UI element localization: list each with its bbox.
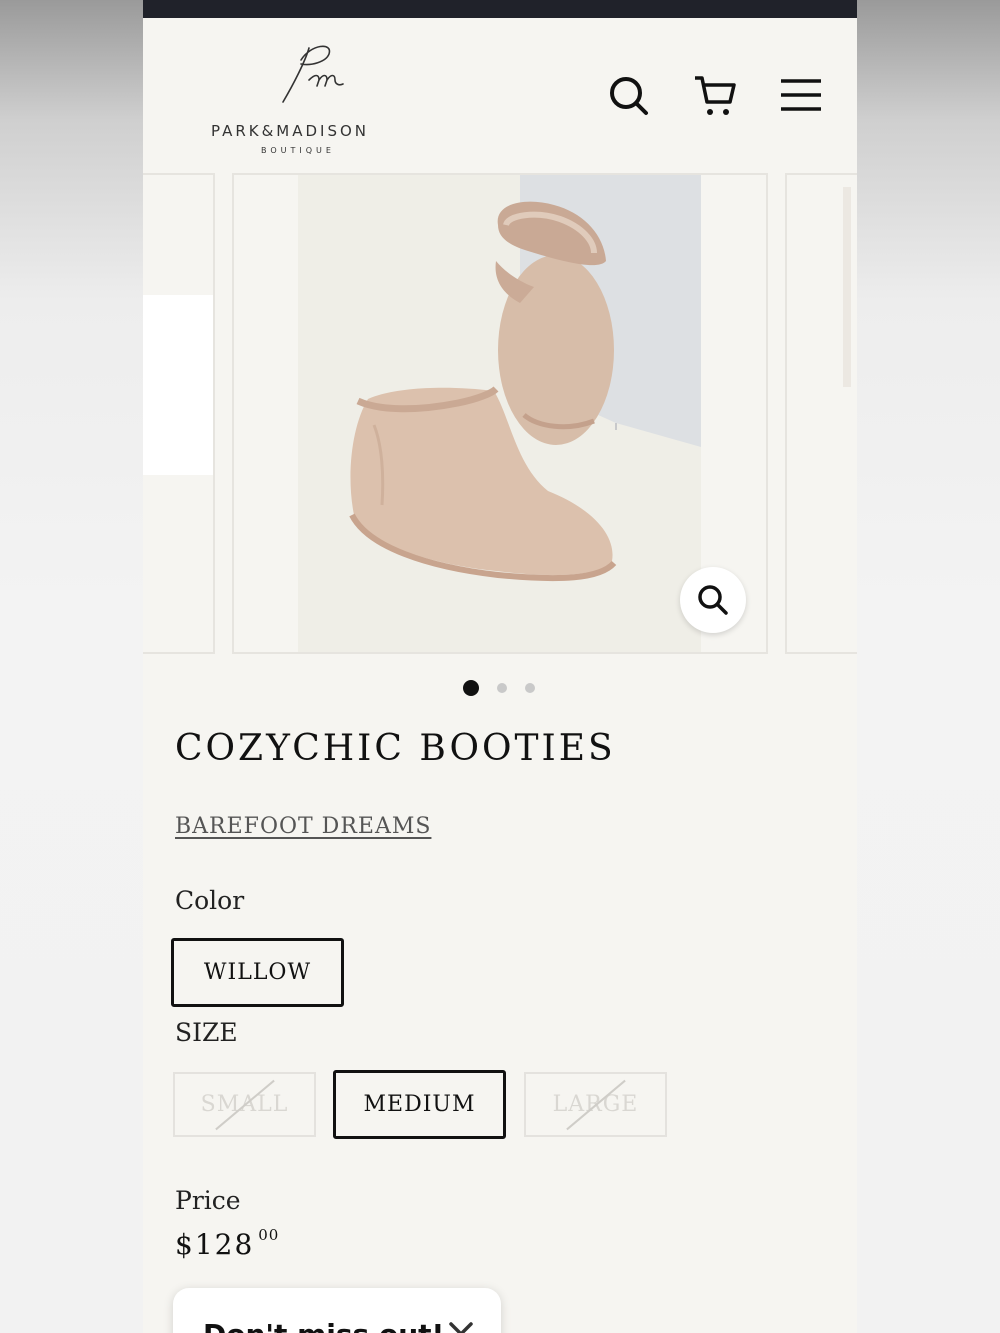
search-button[interactable] bbox=[607, 74, 651, 118]
zoom-button[interactable] bbox=[680, 567, 746, 633]
zoom-icon bbox=[698, 585, 728, 615]
color-option-willow[interactable]: WILLOW bbox=[171, 938, 344, 1007]
search-icon bbox=[610, 77, 648, 115]
popup-text: Don't miss out! bbox=[203, 1318, 444, 1333]
price-label: Price bbox=[175, 1186, 241, 1215]
brand-subtitle: BOUTIQUE bbox=[261, 146, 335, 155]
pagination-dot-2[interactable] bbox=[497, 683, 507, 693]
price-main: $128 bbox=[175, 1228, 255, 1261]
previous-slide-image bbox=[143, 295, 213, 475]
gallery-pagination bbox=[463, 680, 535, 696]
menu-button[interactable] bbox=[779, 74, 823, 118]
size-option-medium[interactable]: MEDIUM bbox=[333, 1070, 506, 1139]
cart-icon bbox=[695, 76, 736, 115]
brand-name: PARK&MADISON bbox=[211, 122, 370, 140]
pagination-dot-3[interactable] bbox=[525, 683, 535, 693]
logo-signature-icon bbox=[282, 45, 344, 103]
slipper-photo bbox=[298, 175, 701, 652]
product-title: COZYCHIC BOOTIES bbox=[175, 728, 616, 769]
menu-icon bbox=[781, 79, 821, 111]
gallery-slide-next[interactable] bbox=[785, 173, 857, 654]
close-icon[interactable] bbox=[445, 1318, 477, 1333]
vendor-link[interactable]: BAREFOOT DREAMS bbox=[175, 814, 431, 839]
gallery-slide-main[interactable] bbox=[232, 173, 768, 654]
pagination-dot-1[interactable] bbox=[463, 680, 479, 696]
price-cents: 00 bbox=[258, 1226, 280, 1244]
color-label: Color bbox=[175, 886, 245, 915]
size-option-large[interactable]: LARGE bbox=[524, 1072, 667, 1137]
product-price: $128 00 bbox=[175, 1226, 280, 1261]
brand-logo[interactable]: PARK&MADISON BOUTIQUE bbox=[201, 40, 401, 155]
product-page: PARK&MADISON BOUTIQUE COZYCHIC BOOTIES B… bbox=[143, 18, 857, 1333]
gallery-slide-previous[interactable] bbox=[143, 173, 215, 654]
size-label: SIZE bbox=[175, 1018, 238, 1047]
size-option-small[interactable]: SMALL bbox=[173, 1072, 316, 1137]
cart-button[interactable] bbox=[693, 74, 737, 118]
next-slide-image bbox=[843, 187, 851, 387]
product-image bbox=[298, 175, 701, 652]
promo-popup[interactable]: Don't miss out! bbox=[173, 1288, 501, 1333]
size-option-medium-label: MEDIUM bbox=[363, 1092, 476, 1117]
browser-top-bar bbox=[143, 0, 857, 18]
